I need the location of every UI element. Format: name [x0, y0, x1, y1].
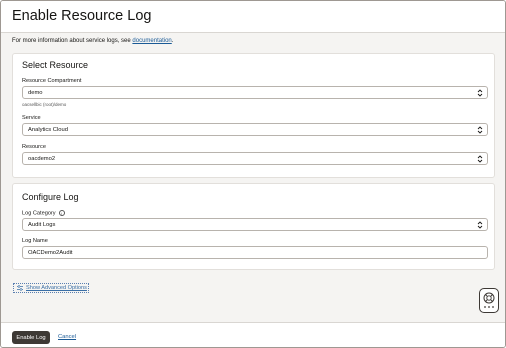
log-name-value: OACDemo2Audit [28, 250, 73, 256]
section-title-configure-log: Configure Log [22, 192, 79, 202]
compartment-path-hint: oacsellbic (root)/demo [22, 102, 67, 107]
compartment-label: Resource Compartment [22, 78, 82, 84]
compartment-value: demo [28, 90, 43, 96]
info-prefix: For more information about service logs,… [12, 38, 133, 44]
show-advanced-options-label: Show Advanced Options [26, 285, 87, 292]
help-lifebuoy-icon [483, 292, 495, 308]
info-icon[interactable]: i [58, 210, 65, 216]
enable-log-button[interactable]: Enable Log [12, 331, 50, 344]
updown-chevron-icon [477, 221, 483, 229]
log-category-label: Log Category i [22, 210, 65, 216]
cancel-link[interactable]: Cancel [58, 334, 76, 340]
documentation-link[interactable]: documentation [132, 38, 171, 44]
log-category-select[interactable]: Audit Logs [22, 218, 488, 231]
updown-chevron-icon [477, 155, 483, 163]
page-title: Enable Resource Log [12, 8, 152, 24]
resource-value: oacdemo2 [28, 156, 56, 162]
info-text: For more information about service logs,… [12, 38, 173, 44]
section-title-select-resource: Select Resource [22, 60, 89, 70]
service-select[interactable]: Analytics Cloud [22, 123, 488, 136]
configure-log-card: Configure Log Log Category i Audit Logs L… [12, 183, 495, 270]
show-advanced-options-link[interactable]: Show Advanced Options [13, 283, 89, 293]
info-suffix: . [171, 38, 174, 44]
help-button[interactable] [479, 288, 499, 313]
service-label: Service [22, 115, 41, 121]
panel-header: Enable Resource Log [1, 1, 505, 33]
log-name-label: Log Name [22, 238, 48, 244]
updown-chevron-icon [477, 89, 483, 97]
resource-select[interactable]: oacdemo2 [22, 152, 488, 165]
log-category-value: Audit Logs [28, 222, 56, 228]
updown-chevron-icon [477, 126, 483, 134]
service-value: Analytics Cloud [28, 127, 68, 133]
log-category-label-text: Log Category [22, 210, 56, 217]
panel-footer: Enable Log Cancel [1, 322, 505, 347]
compartment-select[interactable]: demo [22, 86, 488, 99]
select-resource-card: Select Resource Resource Compartment dem… [12, 53, 495, 178]
resource-label: Resource [22, 144, 46, 150]
sliders-icon [17, 285, 23, 291]
dialog-panel: Enable Resource Log For more information… [0, 0, 506, 348]
log-name-input[interactable]: OACDemo2Audit [22, 246, 488, 259]
